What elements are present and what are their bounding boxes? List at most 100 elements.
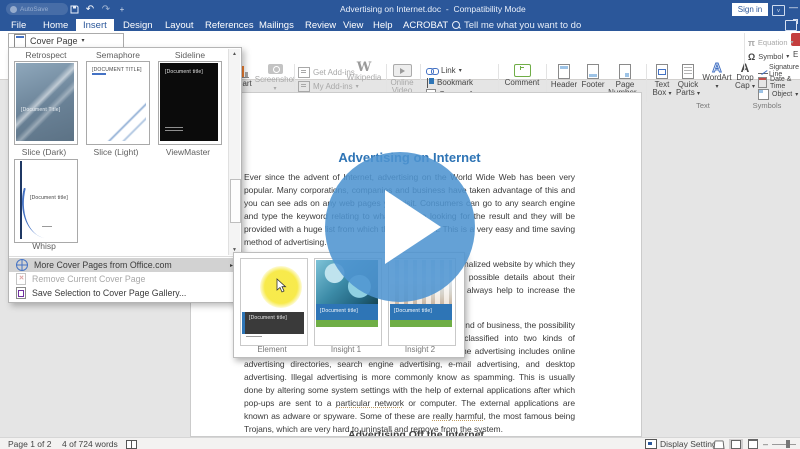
- drop-cap-button[interactable]: A Drop Cap ▾: [734, 64, 756, 90]
- qat-customize-icon[interactable]: +: [114, 2, 130, 16]
- menu-save-selection[interactable]: Save Selection to Cover Page Gallery...: [9, 286, 239, 300]
- display-settings-icon: [645, 439, 657, 449]
- equation-label: Equation: [758, 38, 788, 47]
- object-button[interactable]: Object ▾: [758, 89, 798, 100]
- page-indicator[interactable]: Page 1 of 2: [8, 439, 51, 449]
- cover-thumb-slice-light[interactable]: [DOCUMENT TITLE]: [86, 61, 150, 145]
- comment-button[interactable]: Comment: [502, 64, 542, 87]
- tell-me-search[interactable]: Tell me what you want to do: [452, 19, 581, 31]
- autosave-toggle[interactable]: AutoSave: [6, 3, 68, 15]
- comment-label: Comment: [505, 79, 540, 87]
- screenshot-button[interactable]: Screenshot ▾: [258, 64, 292, 92]
- footer-label: Footer: [581, 81, 604, 89]
- word-count[interactable]: 4 of 724 words: [62, 439, 118, 449]
- tab-help[interactable]: Help: [366, 19, 400, 31]
- cover-thumb-viewmaster[interactable]: [Document title]: [158, 61, 222, 145]
- cover-thumb-whisp[interactable]: [Document title]: [14, 159, 78, 243]
- bookmark-label: Bookmark: [437, 78, 473, 87]
- scrollbar-thumb[interactable]: [230, 179, 241, 223]
- read-mode-icon: [713, 440, 724, 449]
- ribbon-display-options-icon[interactable]: ˅: [772, 5, 785, 16]
- book-icon: [126, 440, 137, 449]
- link-label: Link: [441, 66, 456, 75]
- zoom-slider-handle[interactable]: [786, 440, 790, 448]
- equation-button[interactable]: π Equation ▾: [748, 37, 794, 48]
- proofing-status-icon[interactable]: [126, 439, 137, 449]
- tab-home[interactable]: Home: [36, 19, 75, 31]
- bookmark-button[interactable]: Bookmark: [426, 77, 473, 88]
- chevron-down-icon: ▾: [82, 38, 85, 44]
- quick-parts-button[interactable]: Quick Parts ▾: [676, 64, 700, 97]
- equation-icon: π: [748, 38, 755, 48]
- menu-label: Remove Current Cover Page: [32, 274, 145, 284]
- zoom-out-button[interactable]: –: [763, 439, 768, 449]
- display-settings[interactable]: Display Settings: [645, 439, 721, 449]
- scroll-up-icon[interactable]: ▲: [229, 49, 240, 59]
- cover-label-whisp: Whisp: [12, 241, 76, 251]
- my-addins-label: My Add-ins: [313, 82, 353, 91]
- print-layout-button[interactable]: [729, 439, 743, 449]
- remove-page-icon: [16, 273, 26, 285]
- thumb-art: [316, 320, 378, 327]
- menu-more-cover-pages[interactable]: More Cover Pages from Office.com ▸: [9, 258, 239, 272]
- read-mode-button[interactable]: [712, 439, 726, 449]
- date-time-button[interactable]: Date & Time: [758, 77, 800, 88]
- cover-thumb-slice-dark[interactable]: [Document Title]: [14, 61, 78, 145]
- thumb-title: [Document title]: [165, 69, 203, 75]
- menu-remove-cover-page[interactable]: Remove Current Cover Page: [9, 272, 239, 286]
- save-gallery-icon: [16, 287, 26, 299]
- tab-acrobat[interactable]: ACROBAT: [396, 19, 455, 31]
- wordart-button[interactable]: A WordArt ▾: [702, 64, 732, 90]
- wordart-icon: A: [712, 64, 721, 72]
- text-box-button[interactable]: Text Box ▾: [650, 64, 674, 97]
- link-button[interactable]: Link ▾: [426, 65, 462, 76]
- minimize-button[interactable]: —: [789, 2, 798, 12]
- tab-file[interactable]: File: [4, 19, 33, 31]
- zoom-slider-track[interactable]: [772, 444, 796, 445]
- thumb-subtitle-line: [92, 73, 106, 75]
- word-window: AutoSave ↶ ↷ + Advertising on Internet.d…: [0, 0, 800, 449]
- thumb-art: [16, 63, 74, 141]
- symbol-button[interactable]: Ω Symbol ▾: [748, 51, 789, 62]
- my-addins-button[interactable]: My Add-ins ▾: [298, 81, 359, 92]
- menu-separator: [9, 256, 241, 257]
- wikipedia-icon: W: [357, 64, 372, 72]
- view-switcher: [712, 439, 760, 449]
- save-icon[interactable]: [66, 2, 82, 16]
- video-play-button[interactable]: [325, 152, 475, 302]
- undo-icon[interactable]: ↶: [82, 2, 98, 16]
- cover-label-slice-light: Slice (Light): [84, 147, 148, 157]
- tab-mailings[interactable]: Mailings: [252, 19, 301, 31]
- share-icon[interactable]: [785, 20, 797, 31]
- thumb-art: [390, 320, 452, 327]
- tab-layout[interactable]: Layout: [158, 19, 201, 31]
- search-icon: [452, 21, 460, 29]
- link-icon: [426, 67, 438, 75]
- thumb-title: [Document title]: [320, 308, 358, 314]
- quick-parts-label-2: Parts ▾: [676, 89, 700, 97]
- web-layout-button[interactable]: [746, 439, 760, 449]
- wikipedia-label: Wikipedia: [347, 74, 382, 82]
- embed-flash-label: E: [793, 50, 798, 59]
- sign-in-button[interactable]: Sign in: [732, 3, 768, 16]
- window-title: Advertising on Internet.doc - Compatibil…: [340, 4, 526, 14]
- group-label-symbols: Symbols: [744, 101, 790, 110]
- preview-label-element: Element: [239, 345, 305, 354]
- wikipedia-button[interactable]: W Wikipedia: [347, 64, 381, 82]
- footer-icon: [587, 64, 599, 79]
- online-video-button[interactable]: Online Video: [388, 64, 416, 95]
- thumb-art: [Document title]: [390, 304, 452, 320]
- play-icon: [385, 190, 441, 264]
- quick-parts-icon: [682, 64, 694, 79]
- gallery-scrollbar[interactable]: ▲ ▼: [228, 49, 240, 255]
- tab-design[interactable]: Design: [116, 19, 160, 31]
- redo-icon[interactable]: ↷: [98, 2, 114, 16]
- thumb-title: [Document Title]: [21, 107, 60, 113]
- thumb-art: [Document title]: [242, 312, 304, 334]
- gallery-label-sideline: Sideline: [158, 50, 222, 60]
- text-box-icon: [656, 64, 668, 79]
- signature-line-button[interactable]: Signature Line: [758, 65, 800, 76]
- date-time-label: Date & Time: [770, 76, 800, 90]
- cover-label-viewmaster: ViewMaster: [156, 147, 220, 157]
- symbol-icon: Ω: [748, 52, 755, 62]
